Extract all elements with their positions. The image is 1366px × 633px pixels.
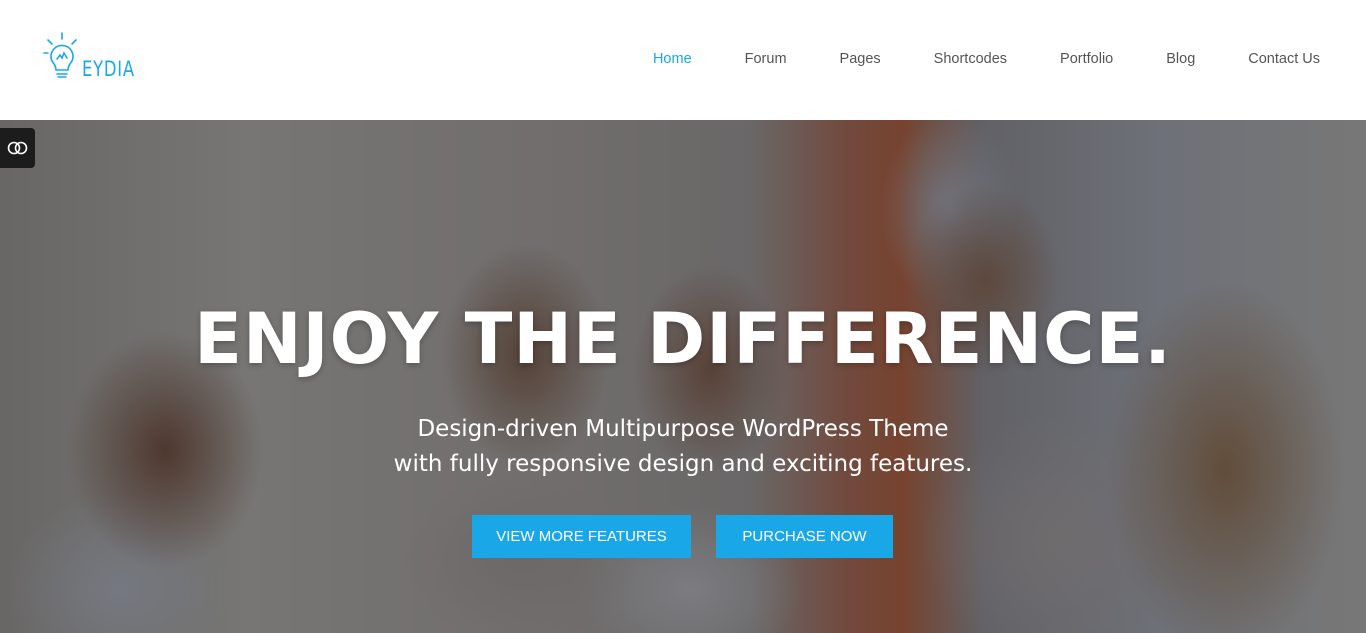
nav-item-forum[interactable]: Forum — [745, 51, 787, 67]
hero-subtitle-line-2: with fully responsive design and excitin… — [393, 451, 973, 477]
site-header: EYDIA Home Forum Pages Shortcodes Portfo… — [0, 0, 1366, 120]
logo-wordmark: EYDIA — [82, 57, 135, 81]
nav-item-contact-us[interactable]: Contact Us — [1248, 51, 1320, 67]
nav-item-blog[interactable]: Blog — [1166, 51, 1195, 67]
hero-section: ENJOY THE DIFFERENCE. Design-driven Mult… — [0, 120, 1366, 633]
site-logo[interactable]: EYDIA — [42, 30, 142, 90]
hero-title: ENJOY THE DIFFERENCE. — [194, 298, 1172, 380]
view-more-features-button[interactable]: VIEW MORE FEATURES — [472, 515, 691, 558]
purchase-now-button[interactable]: PURCHASE NOW — [716, 515, 893, 558]
nav-item-home[interactable]: Home — [653, 51, 692, 67]
main-nav: Home Forum Pages Shortcodes Portfolio Bl… — [653, 0, 1320, 118]
nav-item-pages[interactable]: Pages — [840, 51, 881, 67]
style-switcher-toggle[interactable] — [0, 128, 35, 168]
nav-item-shortcodes[interactable]: Shortcodes — [934, 51, 1007, 67]
nav-item-portfolio[interactable]: Portfolio — [1060, 51, 1113, 67]
hero-subtitle-line-1: Design-driven Multipurpose WordPress The… — [417, 416, 949, 442]
toggle-icon — [7, 141, 27, 155]
